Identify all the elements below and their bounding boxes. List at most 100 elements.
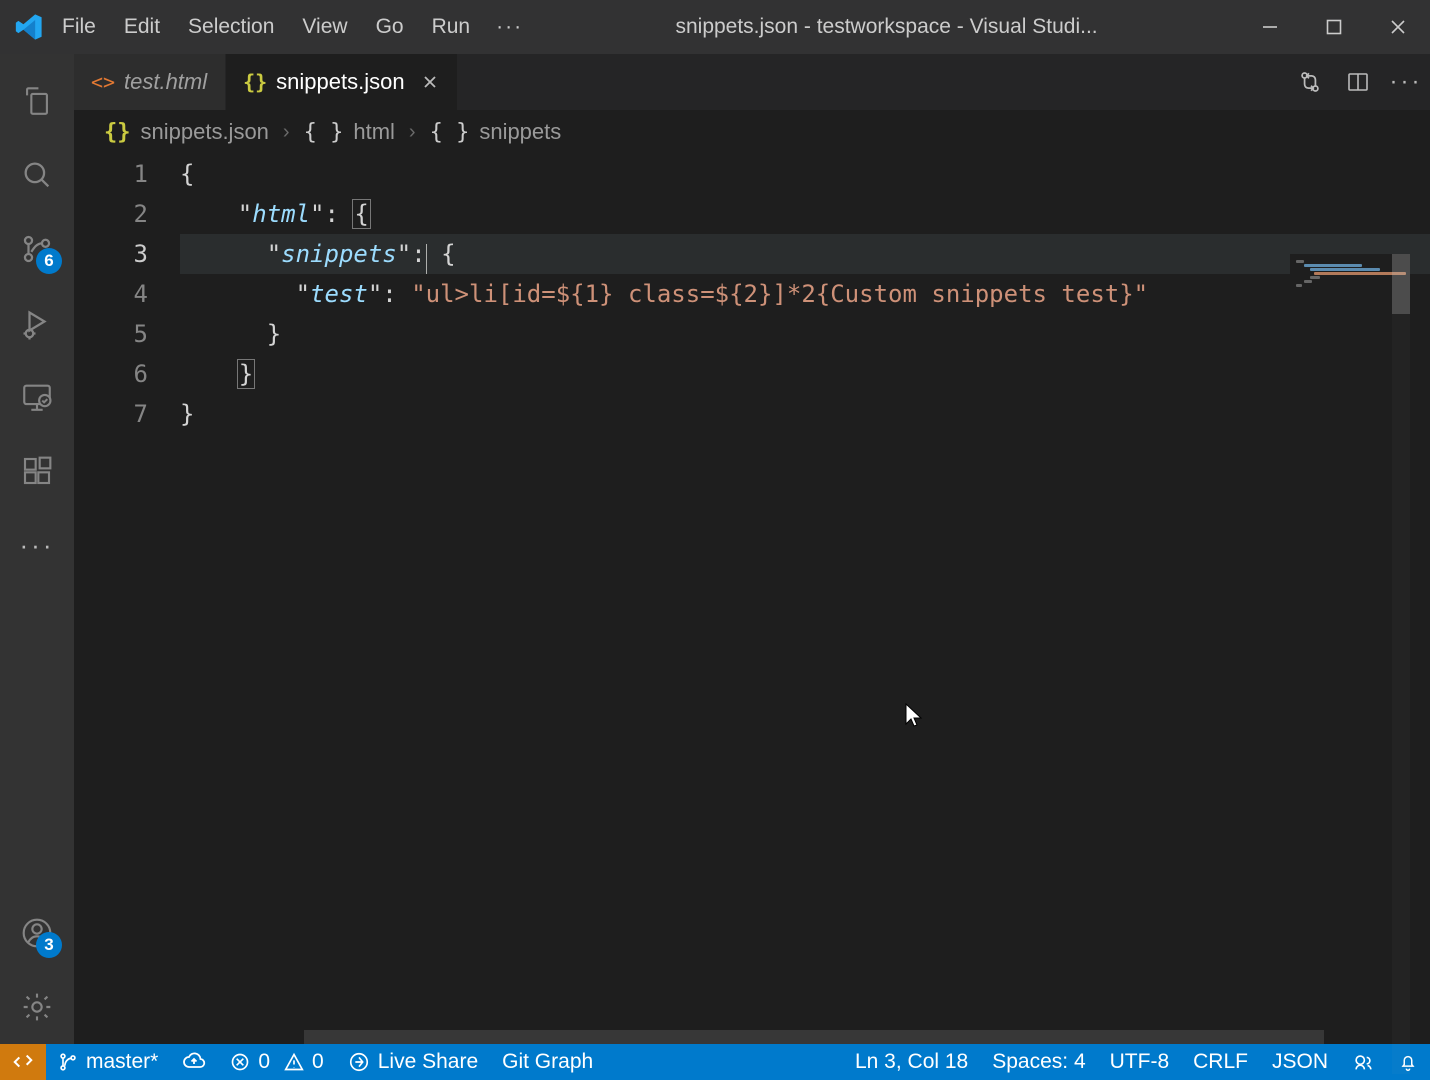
live-share-icon [348, 1051, 370, 1073]
chevron-right-icon: › [405, 121, 420, 144]
activity-bar: 6 ··· 3 [0, 54, 74, 1044]
code-line[interactable]: } [180, 314, 1430, 354]
menu-bar: File Edit Selection View Go Run ··· [48, 7, 535, 47]
status-bar: master* 0 0 Live Share Git Graph Ln 3, [0, 1044, 1430, 1080]
line-number: 2 [74, 194, 148, 234]
json-object-icon: {} [104, 120, 131, 145]
compare-changes-icon[interactable] [1286, 54, 1334, 110]
status-remote[interactable] [0, 1044, 46, 1080]
breadcrumb-item[interactable]: html [353, 119, 395, 145]
line-number: 7 [74, 394, 148, 434]
activity-accounts[interactable]: 3 [0, 896, 74, 970]
activity-run-debug[interactable] [0, 286, 74, 360]
editor-tabs: <> test.html {} snippets.json [74, 54, 1430, 110]
editor-content[interactable]: { "html": { "snippets": { "test": "ul>li… [174, 154, 1430, 1044]
status-language[interactable]: JSON [1260, 1050, 1340, 1074]
status-language-label: JSON [1272, 1050, 1328, 1074]
split-editor-icon[interactable] [1334, 54, 1382, 110]
menu-selection[interactable]: Selection [174, 7, 288, 47]
chevron-right-icon: › [279, 121, 294, 144]
code-line[interactable]: "html": { [180, 194, 1430, 234]
status-problems[interactable]: 0 0 [218, 1044, 335, 1080]
text-editor[interactable]: 1234567 { "html": { "snippets": { "test"… [74, 154, 1430, 1044]
status-indent[interactable]: Spaces: 4 [980, 1050, 1097, 1074]
git-branch-icon [58, 1052, 78, 1072]
maximize-button[interactable] [1302, 0, 1366, 54]
activity-extensions[interactable] [0, 434, 74, 508]
status-eol-label: CRLF [1193, 1050, 1248, 1074]
minimap-scrollbar[interactable] [1392, 254, 1410, 1074]
status-indent-label: Spaces: 4 [992, 1050, 1085, 1074]
code-line[interactable]: "snippets": { [180, 234, 1430, 274]
tab-test-html[interactable]: <> test.html [74, 54, 226, 110]
code-line[interactable]: { [180, 154, 1430, 194]
editor-actions: ··· [1286, 54, 1430, 110]
horizontal-scrollbar[interactable] [174, 1030, 1290, 1044]
line-number-gutter: 1234567 [74, 154, 174, 1044]
menu-file[interactable]: File [48, 7, 110, 47]
menu-go[interactable]: Go [362, 7, 418, 47]
status-cursor-label: Ln 3, Col 18 [855, 1050, 968, 1074]
activity-source-control[interactable]: 6 [0, 212, 74, 286]
horizontal-scrollbar-thumb[interactable] [304, 1030, 1324, 1044]
breadcrumb-item[interactable]: snippets.json [141, 119, 269, 145]
menu-edit[interactable]: Edit [110, 7, 174, 47]
status-git-graph[interactable]: Git Graph [490, 1044, 605, 1080]
minimap[interactable] [1290, 254, 1410, 1018]
menu-view[interactable]: View [288, 7, 361, 47]
status-cursor-position[interactable]: Ln 3, Col 18 [843, 1050, 980, 1074]
status-errors-count: 0 [258, 1050, 270, 1074]
status-sync[interactable] [170, 1044, 218, 1080]
menu-overflow[interactable]: ··· [484, 7, 535, 47]
code-line[interactable]: } [180, 394, 1430, 434]
status-eol[interactable]: CRLF [1181, 1050, 1260, 1074]
code-line[interactable]: } [180, 354, 1430, 394]
error-icon [230, 1052, 250, 1072]
status-feedback[interactable] [1340, 1051, 1386, 1073]
status-live-share[interactable]: Live Share [336, 1044, 490, 1080]
feedback-icon [1352, 1051, 1374, 1073]
source-control-badge: 6 [36, 248, 62, 274]
json-object-icon: { } [304, 120, 344, 145]
vscode-logo-icon [10, 13, 48, 41]
tab-close-icon[interactable] [415, 73, 439, 91]
accounts-badge: 3 [36, 932, 62, 958]
activity-overflow[interactable]: ··· [0, 508, 74, 582]
menu-run[interactable]: Run [418, 7, 485, 47]
html-file-icon: <> [92, 71, 114, 93]
status-branch-label: master* [86, 1050, 158, 1074]
minimap-thumb[interactable] [1392, 254, 1410, 314]
activity-search[interactable] [0, 138, 74, 212]
status-branch[interactable]: master* [46, 1044, 170, 1080]
minimap-content [1296, 260, 1396, 280]
status-encoding-label: UTF-8 [1110, 1050, 1170, 1074]
window-title: snippets.json - testworkspace - Visual S… [535, 15, 1238, 39]
line-number: 6 [74, 354, 148, 394]
activity-remote-explorer[interactable] [0, 360, 74, 434]
activity-settings[interactable] [0, 970, 74, 1044]
activity-explorer[interactable] [0, 64, 74, 138]
status-warnings-count: 0 [312, 1050, 324, 1074]
status-live-share-label: Live Share [378, 1050, 478, 1074]
text-cursor [426, 244, 427, 274]
close-button[interactable] [1366, 0, 1430, 54]
title-bar: File Edit Selection View Go Run ··· snip… [0, 0, 1430, 54]
line-number: 1 [74, 154, 148, 194]
json-file-icon: {} [244, 71, 266, 93]
code-line[interactable]: "test": "ul>li[id=${1} class=${2}]*2{Cus… [180, 274, 1430, 314]
line-number: 4 [74, 274, 148, 314]
status-git-graph-label: Git Graph [502, 1050, 593, 1074]
line-number: 3 [74, 234, 148, 274]
minimize-button[interactable] [1238, 0, 1302, 54]
cloud-sync-icon [182, 1050, 206, 1074]
warning-icon [284, 1052, 304, 1072]
tab-label: test.html [124, 69, 207, 95]
tab-snippets-json[interactable]: {} snippets.json [226, 54, 457, 110]
status-encoding[interactable]: UTF-8 [1098, 1050, 1182, 1074]
breadcrumb[interactable]: {} snippets.json › { } html › { } snippe… [74, 110, 1430, 154]
tab-label: snippets.json [276, 69, 404, 95]
line-number: 5 [74, 314, 148, 354]
breadcrumb-item[interactable]: snippets [479, 119, 561, 145]
window-controls [1238, 0, 1430, 54]
more-actions-icon[interactable]: ··· [1382, 54, 1430, 110]
